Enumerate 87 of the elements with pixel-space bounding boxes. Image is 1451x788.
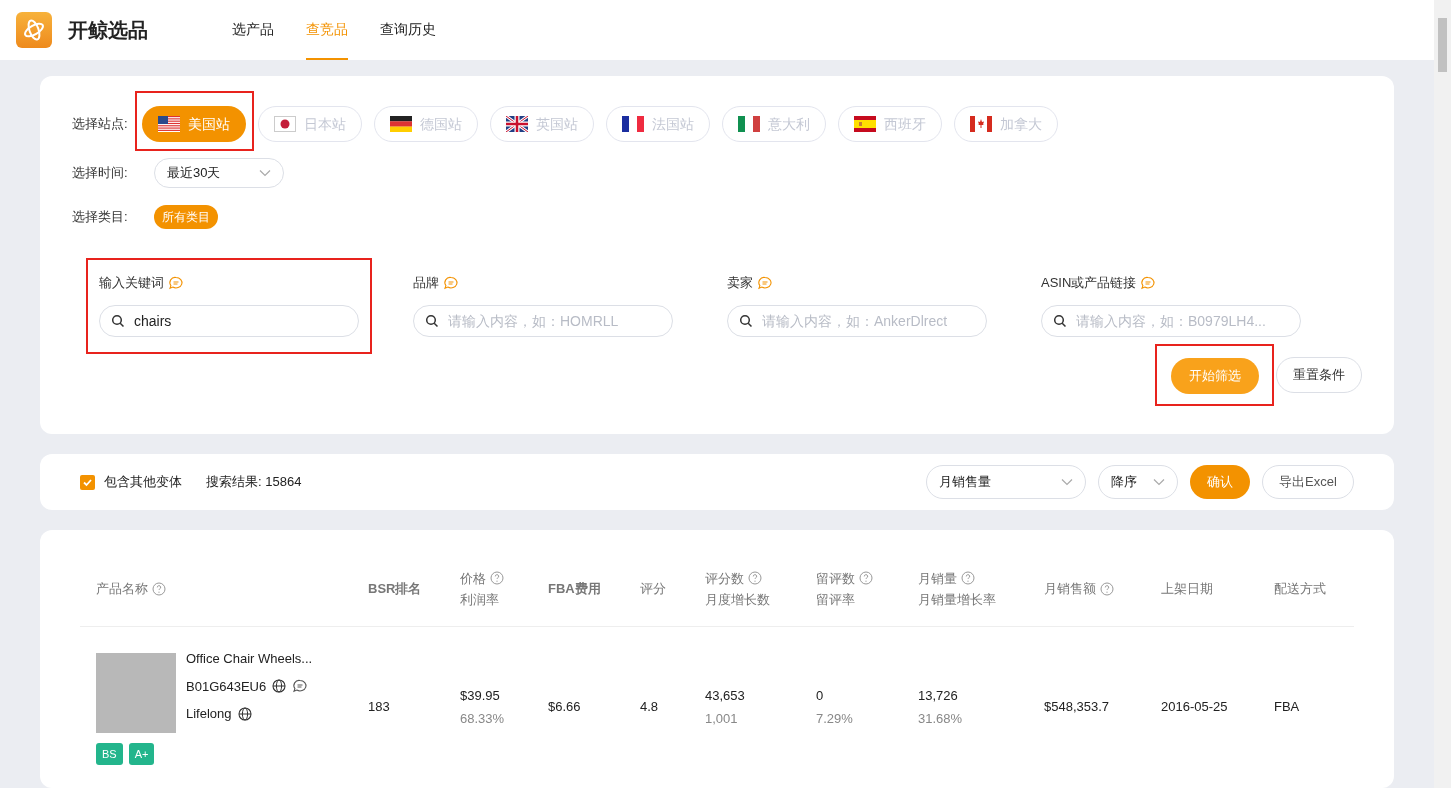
search-field[interactable]: 请输入内容，如：B0979LH4...: [1041, 305, 1301, 337]
flag-icon: [274, 116, 296, 132]
column-header: 利润率: [460, 591, 499, 609]
search-icon: [111, 314, 125, 328]
table-cell-text: $6.66: [548, 698, 582, 717]
column-header: 月销售额: [1044, 580, 1096, 599]
station-button[interactable]: 日本站: [258, 106, 362, 142]
chat-icon: [757, 276, 773, 290]
field-label: 卖家: [727, 274, 753, 293]
export-button[interactable]: 导出Excel: [1262, 465, 1354, 499]
table-subvalue: 68.33%: [460, 710, 506, 728]
column-header: 评分: [640, 580, 666, 599]
chevron-down-icon: [1153, 478, 1165, 486]
product-badge: BS: [96, 743, 123, 765]
table-cell-text: 0: [816, 686, 825, 705]
logo-icon: [16, 12, 52, 48]
column-header: FBA费用: [548, 580, 601, 599]
station-button[interactable]: 加拿大: [954, 106, 1058, 142]
globe-icon: [237, 706, 252, 721]
table-cell-text: FBA: [1274, 698, 1301, 717]
column-header: 月度增长数: [705, 591, 770, 609]
flag-icon: [622, 116, 644, 132]
column-header: 评分数: [705, 569, 744, 588]
flag-icon: [970, 116, 992, 132]
station-button[interactable]: 英国站: [490, 106, 594, 142]
field-label: 品牌: [413, 274, 439, 293]
flag-icon: [506, 116, 528, 132]
search-field[interactable]: 请输入内容，如：HOMRLL: [413, 305, 673, 337]
station-button[interactable]: 法国站: [606, 106, 710, 142]
column-header: 月销量增长率: [918, 591, 996, 609]
flag-icon: [158, 116, 180, 132]
field-label: 输入关键词: [99, 274, 164, 293]
column-header: 配送方式: [1274, 580, 1326, 599]
flag-icon: [738, 116, 760, 132]
search-icon: [425, 314, 439, 328]
column-header: 留评率: [816, 591, 855, 609]
checkbox[interactable]: [80, 474, 95, 490]
product-title: Office Chair Wheels...: [186, 650, 313, 668]
table-subvalue: 1,001: [705, 710, 739, 728]
column-header: 留评数: [816, 569, 855, 588]
station-button[interactable]: 西班牙: [838, 106, 942, 142]
nav-tab[interactable]: 查竞品: [306, 0, 348, 60]
chat-icon: [1140, 276, 1157, 290]
column-header: 月销量: [918, 569, 957, 588]
nav-tab[interactable]: 查询历史: [380, 0, 436, 60]
chevron-down-icon: [1061, 478, 1073, 486]
product-badge: A+: [128, 743, 155, 765]
station-button[interactable]: 意大利: [722, 106, 826, 142]
column-header: 产品名称: [96, 580, 148, 599]
chat-icon: [292, 679, 309, 694]
flag-icon: [854, 116, 876, 132]
confirm-button[interactable]: 确认: [1190, 465, 1250, 499]
chat-icon: [168, 276, 184, 290]
asin: B01G643EU6: [186, 677, 267, 696]
category-label: 选择类目:: [72, 208, 129, 227]
table-subvalue: 7.29%: [816, 710, 854, 728]
search-field[interactable]: chairs: [99, 305, 359, 337]
table-cell-text: 183: [368, 698, 391, 717]
table-cell-text: 43,653: [705, 686, 746, 705]
table-cell-text: 2016-05-25: [1161, 698, 1229, 717]
column-header: 上架日期: [1161, 580, 1213, 599]
station-button[interactable]: 德国站: [374, 106, 478, 142]
search-icon: [1053, 314, 1067, 328]
table-cell-text: 4.8: [640, 698, 660, 717]
chat-icon: [443, 276, 459, 290]
app-name: 开鲸选品: [68, 18, 148, 43]
table-subvalue: 31.68%: [918, 710, 964, 728]
search-field[interactable]: 请输入内容，如：AnkerDlrect: [727, 305, 987, 337]
column-header: BSR排名: [368, 580, 422, 599]
station-button[interactable]: 美国站: [142, 106, 246, 142]
brand: Lifelong: [186, 705, 232, 723]
nav-tab[interactable]: 选产品: [232, 0, 274, 60]
table-cell-text: $548,353.7: [1044, 698, 1111, 717]
chevron-down-icon: [259, 169, 271, 177]
result-count: 搜索结果: 15864: [206, 473, 302, 492]
search-icon: [739, 314, 753, 328]
station-label: 选择站点:: [72, 115, 129, 134]
column-header: 价格: [460, 569, 486, 588]
flag-icon: [390, 116, 412, 132]
field-label: ASIN或产品链接: [1041, 274, 1137, 293]
time-label: 选择时间:: [72, 164, 129, 183]
table-cell-text: $39.95: [460, 686, 501, 705]
globe-icon: [272, 679, 287, 694]
checkbox-label: 包含其他变体: [104, 473, 182, 492]
start-filter-button[interactable]: 开始筛选: [1171, 358, 1259, 394]
category-tag[interactable]: 所有类目: [154, 205, 218, 229]
table-cell-text: 13,726: [918, 686, 959, 705]
